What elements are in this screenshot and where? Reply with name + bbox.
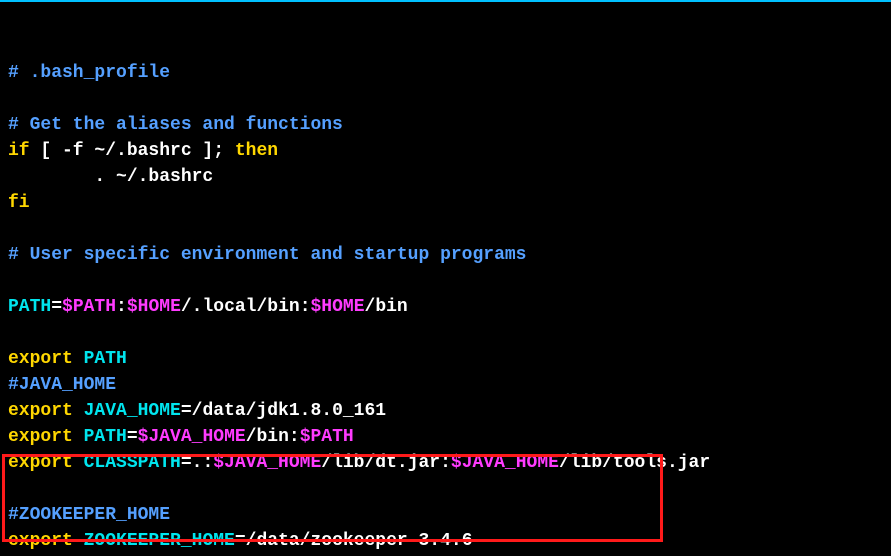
code-token: fi: [8, 193, 30, 213]
terminal-window[interactable]: # .bash_profile # Get the aliases and fu…: [0, 0, 891, 556]
code-token: $PATH: [300, 427, 354, 447]
code-token: ZOOKEEPER_HOME: [84, 531, 235, 551]
terminal-line: . ~/.bashrc: [8, 164, 883, 190]
code-token: PATH: [8, 297, 51, 317]
code-token: JAVA_HOME: [84, 401, 181, 421]
code-token: $JAVA_HOME: [451, 453, 559, 473]
terminal-line: # Get the aliases and functions: [8, 112, 883, 138]
code-token: # User specific environment and startup …: [8, 245, 526, 265]
code-token: $HOME: [127, 297, 181, 317]
code-token: # Get the aliases and functions: [8, 115, 343, 135]
terminal-line: if [ -f ~/.bashrc ]; then: [8, 138, 883, 164]
terminal-content: # .bash_profile # Get the aliases and fu…: [8, 60, 883, 556]
code-token: $JAVA_HOME: [213, 453, 321, 473]
terminal-line: [8, 320, 883, 346]
terminal-line: export JAVA_HOME=/data/jdk1.8.0_161: [8, 398, 883, 424]
code-token: CLASSPATH: [84, 453, 181, 473]
terminal-line: export PATH: [8, 346, 883, 372]
code-token: =: [51, 297, 62, 317]
terminal-line: [8, 216, 883, 242]
terminal-line: [8, 86, 883, 112]
terminal-line: [8, 476, 883, 502]
code-token: /lib/dt.jar:: [321, 453, 451, 473]
code-token: /bin:: [246, 427, 300, 447]
code-token: :: [116, 297, 127, 317]
terminal-line: # .bash_profile: [8, 60, 883, 86]
code-token: =: [127, 427, 138, 447]
code-token: # .bash_profile: [8, 63, 170, 83]
code-token: . ~/.bashrc: [8, 167, 213, 187]
terminal-line: export PATH=$JAVA_HOME/bin:$PATH: [8, 424, 883, 450]
terminal-line: #ZOOKEEPER_HOME: [8, 502, 883, 528]
terminal-line: export ZOOKEEPER_HOME=/data/zookeeper-3.…: [8, 528, 883, 554]
code-token: #JAVA_HOME: [8, 375, 116, 395]
code-token: $HOME: [311, 297, 365, 317]
code-token: /bin: [365, 297, 408, 317]
code-token: PATH: [84, 427, 127, 447]
code-token: $PATH: [62, 297, 116, 317]
code-token: =.:: [181, 453, 213, 473]
code-token: /.local/bin:: [181, 297, 311, 317]
code-token: =/data/jdk1.8.0_161: [181, 401, 386, 421]
code-token: $JAVA_HOME: [138, 427, 246, 447]
code-token: PATH: [84, 349, 127, 369]
code-token: #ZOOKEEPER_HOME: [8, 505, 170, 525]
code-token: =/data/zookeeper-3.4.6: [235, 531, 473, 551]
terminal-line: [8, 268, 883, 294]
code-token: export: [8, 531, 84, 551]
code-token: export: [8, 427, 84, 447]
terminal-line: export CLASSPATH=.:$JAVA_HOME/lib/dt.jar…: [8, 450, 883, 476]
terminal-line: #JAVA_HOME: [8, 372, 883, 398]
terminal-line: PATH=$PATH:$HOME/.local/bin:$HOME/bin: [8, 294, 883, 320]
code-token: export: [8, 401, 84, 421]
code-token: then: [235, 141, 278, 161]
terminal-line: # User specific environment and startup …: [8, 242, 883, 268]
code-token: /lib/tools.jar: [559, 453, 710, 473]
terminal-line: fi: [8, 190, 883, 216]
code-token: [ -f ~/.bashrc ];: [40, 141, 234, 161]
code-token: if: [8, 141, 40, 161]
code-token: export: [8, 453, 84, 473]
code-token: export: [8, 349, 84, 369]
